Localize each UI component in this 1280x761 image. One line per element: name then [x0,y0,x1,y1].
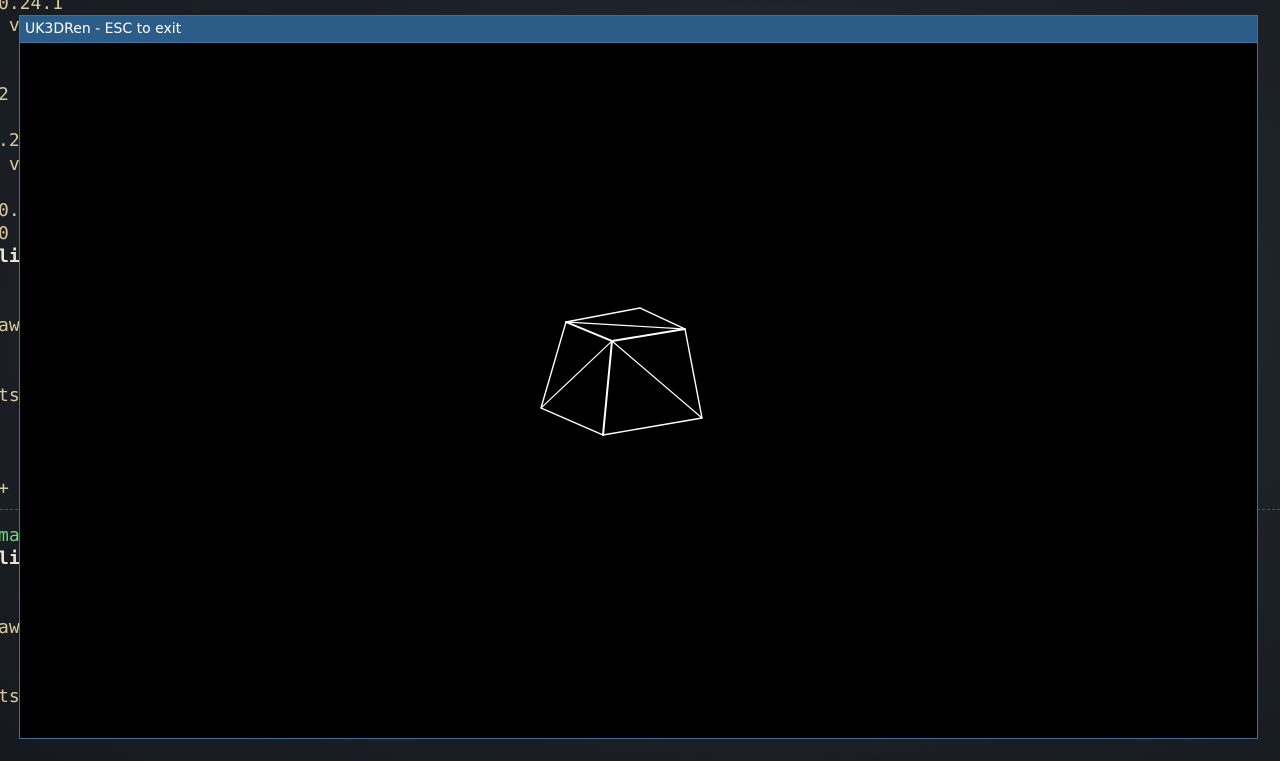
edge [684,328,703,419]
wireframe-canvas [540,307,703,436]
edge [639,307,686,330]
edge [602,340,613,436]
edge [565,307,641,323]
terminal-line: aw [0,315,20,336]
terminal-line: .2 [0,130,20,151]
edge [611,328,686,342]
render-viewport[interactable] [20,43,1257,738]
terminal-line: v [0,154,20,175]
terminal-line: 0.24.1 [0,0,64,14]
terminal-line: 2 [0,84,9,105]
edge [611,340,703,419]
desktop-background: 0.24.1 v 2 .2 v 0. 0 li aw ts + ma li aw… [0,0,1280,761]
edge [565,321,686,330]
terminal-line: aw [0,617,20,638]
window-title-bar[interactable]: UK3DRen - ESC to exit [20,16,1257,43]
terminal-line: ts [0,385,20,406]
window-title: UK3DRen - ESC to exit [25,21,182,37]
terminal-line: 0. [0,200,20,221]
renderer-window[interactable]: UK3DRen - ESC to exit [19,15,1258,739]
terminal-line: v [0,15,20,36]
edge [540,340,613,409]
terminal-line: li [0,548,20,569]
wireframe-frustum [540,307,703,436]
terminal-line: ts [0,686,20,707]
terminal-line: li [0,246,20,267]
edge [602,417,703,436]
terminal-line: + [0,478,9,499]
edge [540,407,604,436]
terminal-line: 0 [0,223,9,244]
edge [540,321,567,409]
terminal-line: ma [0,525,20,546]
